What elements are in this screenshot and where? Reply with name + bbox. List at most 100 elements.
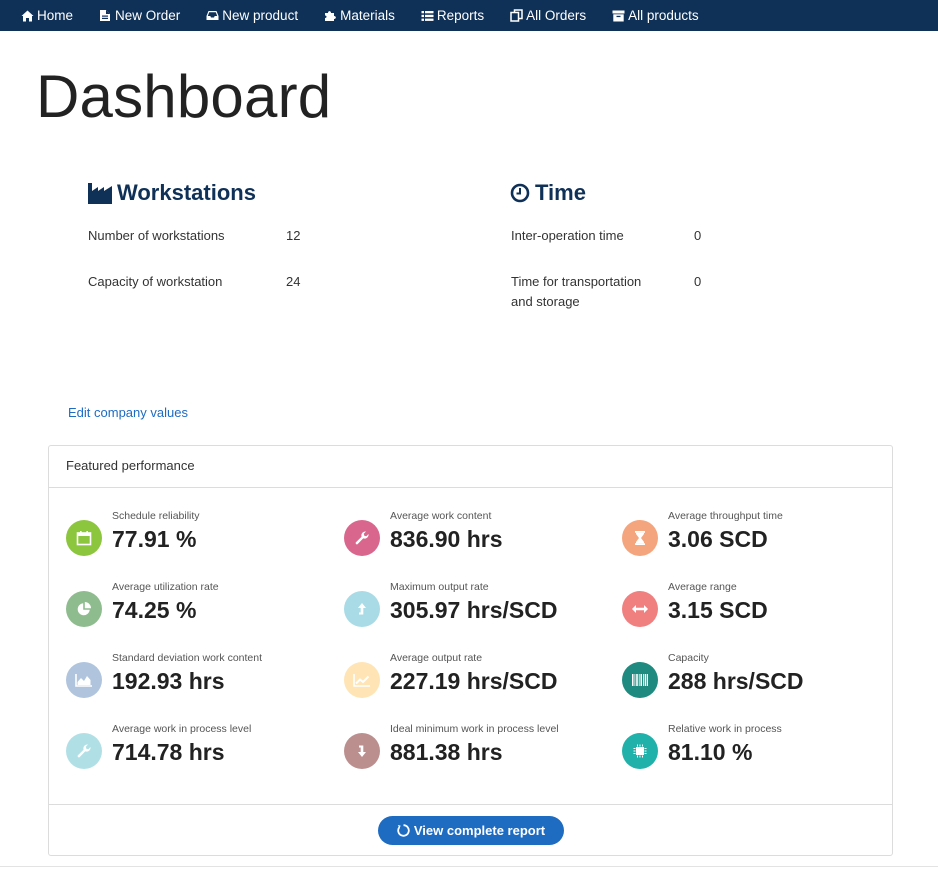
time-heading: Time — [510, 178, 586, 208]
nav-all-products-label: All products — [628, 8, 699, 23]
metric-icon-circle — [66, 662, 102, 698]
metric-icon-circle — [344, 662, 380, 698]
metric-value: 3.15 SCD — [668, 597, 768, 623]
nav-all-orders-label: All Orders — [526, 8, 587, 23]
metric-average-work-in-process-level: Average work in process level 714.78 hrs — [66, 721, 336, 783]
hourglass-icon — [635, 531, 645, 545]
transport-storage-time-label-line2: and storage — [511, 294, 580, 309]
arrows-h-icon — [632, 605, 648, 613]
metric-icon-circle — [66, 520, 102, 556]
nav-new-product[interactable]: New product — [206, 8, 298, 23]
metric-value: 3.06 SCD — [668, 526, 768, 552]
metric-average-work-content: Average work content 836.90 hrs — [344, 508, 614, 570]
wrench-icon — [355, 531, 369, 545]
page-bottom-divider — [0, 866, 938, 867]
metric-label: Schedule reliability — [112, 510, 200, 522]
metric-label: Average range — [668, 581, 737, 593]
view-complete-report-button[interactable]: View complete report — [378, 816, 564, 845]
puzzle-icon — [325, 11, 336, 21]
metric-value: 881.38 hrs — [390, 739, 503, 765]
nav-all-orders[interactable]: All Orders — [510, 8, 586, 23]
metric-standard-deviation-work-content: Standard deviation work content 192.93 h… — [66, 650, 336, 712]
metric-capacity: Capacity 288 hrs/SCD — [622, 650, 892, 712]
transport-storage-time-value: 0 — [694, 274, 702, 289]
nav-home[interactable]: Home — [21, 8, 73, 23]
list-icon — [421, 10, 434, 21]
metric-value: 305.97 hrs/SCD — [390, 597, 558, 623]
metric-schedule-reliability: Schedule reliability 77.91 % — [66, 508, 336, 570]
metric-icon-circle — [622, 591, 658, 627]
workstation-capacity-label: Capacity of workstation — [88, 274, 223, 289]
metric-ideal-minimum-wip-level: Ideal minimum work in process level 881.… — [344, 721, 614, 783]
metric-label: Average utilization rate — [112, 581, 219, 593]
metric-label: Maximum output rate — [390, 581, 489, 593]
metric-value: 81.10 % — [668, 739, 753, 765]
nav-new-product-label: New product — [222, 8, 299, 23]
metric-value: 714.78 hrs — [112, 739, 225, 765]
metric-icon-circle — [622, 662, 658, 698]
metric-value: 192.93 hrs — [112, 668, 225, 694]
view-complete-report-label: View complete report — [413, 823, 546, 838]
arrow-up-icon — [358, 603, 366, 615]
transport-storage-time-label-line1: Time for transportation — [511, 274, 642, 289]
workstations-count-value: 12 — [286, 228, 301, 243]
metric-icon-circle — [66, 733, 102, 769]
nav-materials[interactable]: Materials — [324, 8, 395, 23]
time-title: Time — [535, 180, 586, 205]
inter-operation-time-value: 0 — [694, 228, 702, 243]
document-icon — [100, 10, 111, 21]
workstation-capacity-value: 24 — [286, 274, 301, 289]
archive-icon — [612, 10, 625, 21]
nav-reports[interactable]: Reports — [421, 8, 484, 23]
metric-icon-circle — [344, 591, 380, 627]
arrow-down-icon — [358, 745, 366, 757]
metric-average-utilization-rate: Average utilization rate 74.25 % — [66, 579, 336, 641]
line-chart-icon — [353, 674, 370, 687]
workstations-count-label: Number of workstations — [88, 228, 225, 243]
metric-value: 77.91 % — [112, 526, 197, 552]
metric-label: Average throughput time — [668, 510, 783, 522]
metric-value: 288 hrs/SCD — [668, 668, 804, 694]
metric-relative-work-in-process: Relative work in process 81.10 % — [622, 721, 892, 783]
metric-label: Average work content — [390, 510, 492, 522]
metric-label: Average output rate — [390, 652, 483, 664]
metric-icon-circle — [622, 733, 658, 769]
inter-operation-time-label: Inter-operation time — [511, 228, 624, 243]
refresh-icon — [397, 824, 410, 837]
workstations-heading: Workstations — [88, 178, 256, 208]
metric-icon-circle — [344, 520, 380, 556]
workstations-section: Workstations — [88, 178, 256, 208]
area-chart-icon — [75, 674, 92, 687]
metric-average-range: Average range 3.15 SCD — [622, 579, 892, 641]
transport-storage-time-label: Time for transportation and storage — [511, 272, 641, 312]
pie-chart-icon — [77, 602, 91, 616]
clock-icon — [510, 183, 530, 203]
metric-value: 836.90 hrs — [390, 526, 503, 552]
top-navbar: Home New Order New product Materials Rep… — [0, 0, 938, 31]
copy-icon — [510, 9, 523, 22]
wrench-icon — [77, 744, 91, 758]
metric-label: Average work in process level — [112, 723, 252, 735]
metric-average-output-rate: Average output rate 227.19 hrs/SCD — [344, 650, 614, 712]
nav-new-order-label: New Order — [115, 8, 181, 23]
metric-icon-circle — [344, 733, 380, 769]
metric-average-throughput-time: Average throughput time 3.06 SCD — [622, 508, 892, 570]
time-section: Time — [510, 178, 586, 208]
panel-footer: View complete report — [49, 804, 892, 856]
calendar-icon — [76, 531, 92, 546]
factory-icon — [88, 183, 112, 204]
chip-icon — [633, 744, 647, 758]
metric-maximum-output-rate: Maximum output rate 305.97 hrs/SCD — [344, 579, 614, 641]
nav-home-label: Home — [37, 8, 74, 23]
nav-all-products[interactable]: All products — [612, 8, 699, 23]
nav-materials-label: Materials — [340, 8, 395, 23]
nav-new-order[interactable]: New Order — [99, 8, 180, 23]
panel-title: Featured performance — [49, 446, 892, 488]
metric-label: Ideal minimum work in process level — [390, 723, 559, 735]
metric-label: Relative work in process — [668, 723, 782, 735]
featured-performance-panel: Featured performance Schedule reliabilit… — [48, 445, 893, 856]
workstations-title: Workstations — [117, 180, 256, 205]
page-title: Dashboard — [36, 63, 332, 130]
nav-reports-label: Reports — [436, 8, 485, 23]
edit-company-values-link[interactable]: Edit company values — [68, 405, 188, 420]
